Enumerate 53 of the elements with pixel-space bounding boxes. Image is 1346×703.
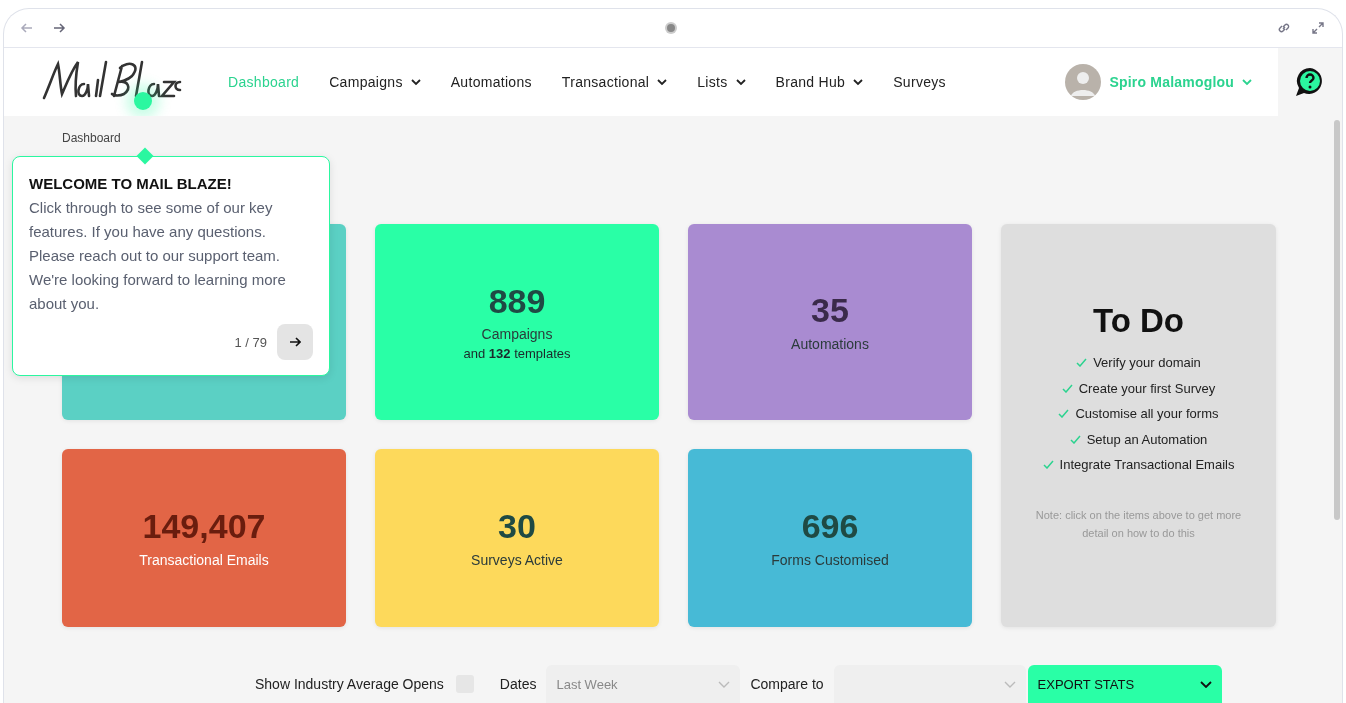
stat-value: 149,407 xyxy=(142,508,266,546)
chevron-down-icon xyxy=(1003,680,1016,688)
nav-link[interactable]: Transactional xyxy=(561,74,668,90)
chevron-down-icon xyxy=(718,680,731,688)
stat-label: Transactional Emails xyxy=(139,551,269,568)
check-icon xyxy=(1061,383,1073,393)
scrollbar[interactable] xyxy=(1334,120,1340,520)
nav-link[interactable]: Brand Hub xyxy=(775,74,864,90)
stat-value: 35 xyxy=(811,292,849,330)
stat-label: Forms Customised xyxy=(771,551,889,568)
chevron-down-icon xyxy=(1242,78,1252,86)
avatar xyxy=(1065,64,1102,100)
next-button[interactable] xyxy=(277,324,313,360)
export-stats-button[interactable]: EXPORT STATS xyxy=(1027,665,1222,703)
expand-icon[interactable] xyxy=(1310,20,1326,36)
check-icon xyxy=(1076,358,1088,368)
todo-item[interactable]: Verify your domain xyxy=(1076,350,1201,376)
nav-link[interactable]: Automations xyxy=(450,74,532,90)
nav-link[interactable]: Surveys xyxy=(893,74,946,90)
stat-sublabel: and 132 templates xyxy=(463,346,571,362)
record-dot-icon xyxy=(664,21,678,35)
todo-title: To Do xyxy=(1093,302,1184,340)
stat-value: 696 xyxy=(801,508,859,546)
tour-text: Click through to see some of our key features. If you have any questions. Please reach out to our support team. We're looking forward to learning more about you. xyxy=(29,198,287,314)
stat-card[interactable]: 889 Campaigns and 132 templates xyxy=(375,224,659,420)
chevron-down-icon xyxy=(1199,680,1212,688)
check-icon xyxy=(1042,460,1054,470)
stat-value: 889 xyxy=(488,282,546,321)
stat-card[interactable]: 35 Automations xyxy=(688,224,972,420)
check-icon xyxy=(1069,434,1081,444)
tour-title: WELCOME TO MAIL BLAZE! xyxy=(29,175,233,192)
nav-link[interactable]: Campaigns xyxy=(329,74,421,90)
stat-label: Campaigns xyxy=(481,326,553,343)
stat-card[interactable]: 30 Surveys Active xyxy=(375,449,659,627)
stat-label: Surveys Active xyxy=(471,551,563,568)
check-icon xyxy=(1058,409,1070,419)
todo-note: Note: click on the items above to get more detail on how to do this xyxy=(1034,507,1243,541)
compare-label: Compare to xyxy=(750,676,824,692)
todo-item[interactable]: Integrate Transactional Emails xyxy=(1042,452,1235,478)
stat-label: Automations xyxy=(791,335,869,352)
stat-value: 30 xyxy=(498,508,536,546)
todo-item[interactable]: Customise all your forms xyxy=(1058,401,1219,427)
nav-link[interactable]: Lists xyxy=(697,74,746,90)
todo-item[interactable]: Create your first Survey xyxy=(1061,375,1216,401)
dates-label: Dates xyxy=(499,676,537,692)
stat-card[interactable]: 696 Forms Customised xyxy=(688,449,972,627)
forward-arrow-icon[interactable] xyxy=(52,21,66,35)
arrow-right-icon xyxy=(289,336,301,348)
back-arrow-icon[interactable] xyxy=(20,21,34,35)
industry-average-label: Show Industry Average Opens xyxy=(255,676,444,692)
todo-item[interactable]: Setup an Automation xyxy=(1069,426,1208,452)
page-counter: 1 / 79 xyxy=(234,334,267,350)
breadcrumb[interactable]: Dashboard xyxy=(62,130,121,146)
